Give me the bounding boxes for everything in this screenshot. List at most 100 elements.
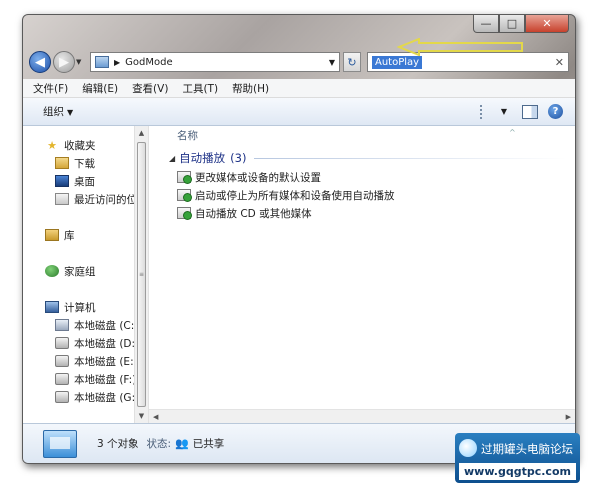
- address-path[interactable]: GodMode: [125, 57, 329, 68]
- nav-label: 库: [64, 229, 75, 242]
- address-bar[interactable]: ▶ GodMode ▼: [90, 52, 340, 72]
- search-box[interactable]: AutoPlay ✕: [367, 52, 569, 72]
- nav-item-computer[interactable]: 计算机: [23, 298, 148, 316]
- nav-label: 本地磁盘 (G:): [74, 391, 140, 404]
- nav-label: 本地磁盘 (E:): [74, 355, 138, 368]
- preview-pane-icon[interactable]: [522, 104, 538, 119]
- nav-label: 收藏夹: [64, 139, 96, 152]
- nav-item-drive-g[interactable]: 本地磁盘 (G:): [23, 388, 148, 406]
- nav-label: 计算机: [64, 301, 96, 314]
- command-bar: 组织 ▼ ▼ ?: [23, 98, 575, 126]
- computer-icon: [45, 301, 59, 313]
- arrow-right-icon: ▶: [59, 54, 69, 70]
- nav-item-drive-c[interactable]: 本地磁盘 (C:): [23, 316, 148, 334]
- desktop-icon: [55, 175, 69, 187]
- navigation-pane: ★ 收藏夹 下载 桌面 最近访问的位置 库 家庭组 计算机 本地磁盘 (C:) …: [23, 126, 149, 423]
- organize-button[interactable]: 组织 ▼: [43, 104, 73, 119]
- nav-item-drive-d[interactable]: 本地磁盘 (D:): [23, 334, 148, 352]
- list-item[interactable]: 自动播放 CD 或其他媒体: [149, 204, 575, 222]
- minimize-button[interactable]: —: [473, 15, 499, 33]
- address-dropdown-icon[interactable]: ▼: [329, 58, 335, 67]
- view-options-dropdown-icon[interactable]: ▼: [496, 105, 512, 119]
- main-area: ★ 收藏夹 下载 桌面 最近访问的位置 库 家庭组 计算机 本地磁盘 (C:) …: [23, 126, 575, 423]
- recent-places-icon: [55, 193, 69, 205]
- drive-icon: [55, 373, 69, 385]
- menu-help[interactable]: 帮助(H): [232, 81, 269, 96]
- change-view-icon[interactable]: [480, 104, 492, 119]
- item-label: 自动播放 CD 或其他媒体: [195, 207, 312, 220]
- nav-label: 下载: [74, 157, 95, 170]
- navigation-bar: ◀ ▶ ▼ ▶ GodMode ▼ ↻ AutoPlay ✕: [29, 49, 569, 75]
- list-item[interactable]: 更改媒体或设备的默认设置: [149, 168, 575, 186]
- refresh-button[interactable]: ↻: [343, 52, 361, 72]
- nav-item-drive-e[interactable]: 本地磁盘 (E:): [23, 352, 148, 370]
- item-label: 启动或停止为所有媒体和设备使用自动播放: [195, 189, 395, 202]
- help-icon[interactable]: ?: [548, 104, 563, 119]
- breadcrumb-separator-icon[interactable]: ▶: [114, 58, 120, 67]
- nav-label: 本地磁盘 (C:): [74, 319, 139, 332]
- scroll-down-icon[interactable]: ▼: [135, 409, 148, 423]
- nav-item-homegroup[interactable]: 家庭组: [23, 262, 148, 280]
- nav-label: 本地磁盘 (D:): [74, 337, 140, 350]
- object-count: 3 个对象: [97, 438, 139, 450]
- drive-icon: [55, 391, 69, 403]
- forward-button[interactable]: ▶: [53, 51, 75, 73]
- caption-buttons: — □ ✕: [473, 15, 569, 35]
- scroll-thumb[interactable]: ≡: [137, 142, 146, 407]
- group-divider: [254, 157, 567, 159]
- scroll-right-icon[interactable]: ▶: [566, 413, 571, 421]
- menu-view[interactable]: 查看(V): [132, 81, 168, 96]
- watermark-title: 过期罐头电脑论坛: [481, 442, 573, 456]
- shared-users-icon: 👥: [175, 437, 189, 450]
- group-header-autoplay[interactable]: ◢ 自动播放 (3): [149, 148, 575, 168]
- control-panel-large-icon: [43, 429, 77, 458]
- back-button[interactable]: ◀: [29, 51, 51, 73]
- watermark-url: www.gqgtpc.com: [459, 463, 576, 480]
- star-icon: ★: [47, 138, 57, 152]
- scroll-up-icon[interactable]: ▲: [135, 126, 148, 140]
- organize-label: 组织: [43, 106, 64, 118]
- state-value: 已共享: [192, 438, 225, 450]
- group-count: (3): [230, 151, 247, 165]
- system-drive-icon: [55, 319, 69, 331]
- recent-pages-dropdown[interactable]: ▼: [76, 58, 86, 66]
- search-input[interactable]: AutoPlay: [372, 55, 423, 69]
- autoplay-task-icon: [177, 189, 192, 202]
- scroll-left-icon[interactable]: ◀: [153, 413, 158, 421]
- nav-item-downloads[interactable]: 下载: [23, 154, 148, 172]
- nav-label: 本地磁盘 (F:): [74, 373, 137, 386]
- list-item[interactable]: 启动或停止为所有媒体和设备使用自动播放: [149, 186, 575, 204]
- horizontal-scrollbar[interactable]: ◀ ▶: [149, 409, 575, 423]
- sort-indicator-icon: ^: [509, 128, 516, 137]
- nav-item-drive-f[interactable]: 本地磁盘 (F:): [23, 370, 148, 388]
- drive-icon: [55, 355, 69, 367]
- menu-file[interactable]: 文件(F): [33, 81, 68, 96]
- clear-search-icon[interactable]: ✕: [555, 56, 564, 69]
- forum-logo-icon: [459, 439, 477, 457]
- forum-watermark: 过期罐头电脑论坛 www.gqgtpc.com: [455, 433, 580, 483]
- column-header-name[interactable]: 名称 ^: [149, 126, 575, 146]
- autoplay-task-icon: [177, 207, 192, 220]
- nav-item-recent[interactable]: 最近访问的位置: [23, 190, 148, 208]
- close-button[interactable]: ✕: [525, 15, 569, 33]
- drive-icon: [55, 337, 69, 349]
- item-label: 更改媒体或设备的默认设置: [195, 171, 321, 184]
- content-pane: 名称 ^ ◢ 自动播放 (3) 更改媒体或设备的默认设置 启动或停止为所有媒体和…: [149, 126, 575, 423]
- arrow-left-icon: ◀: [35, 54, 45, 70]
- state-label: 状态:: [146, 438, 172, 450]
- nav-label: 桌面: [74, 175, 95, 188]
- nav-item-favorites[interactable]: ★ 收藏夹: [23, 136, 148, 154]
- autoplay-task-icon: [177, 171, 192, 184]
- maximize-button[interactable]: □: [499, 15, 525, 33]
- menu-tools[interactable]: 工具(T): [182, 81, 218, 96]
- menu-edit[interactable]: 编辑(E): [82, 81, 118, 96]
- collapse-triangle-icon[interactable]: ◢: [169, 154, 175, 163]
- nav-label: 家庭组: [64, 265, 96, 278]
- nav-item-desktop[interactable]: 桌面: [23, 172, 148, 190]
- explorer-window: — □ ✕ ◀ ▶ ▼ ▶ GodMode ▼ ↻ AutoPlay ✕ 文件(…: [22, 14, 576, 464]
- nav-item-libraries[interactable]: 库: [23, 226, 148, 244]
- downloads-folder-icon: [55, 157, 69, 169]
- group-name: 自动播放: [179, 151, 226, 165]
- nav-vertical-scrollbar[interactable]: ▲ ≡ ▼: [134, 126, 148, 423]
- menu-bar: 文件(F) 编辑(E) 查看(V) 工具(T) 帮助(H): [23, 79, 575, 98]
